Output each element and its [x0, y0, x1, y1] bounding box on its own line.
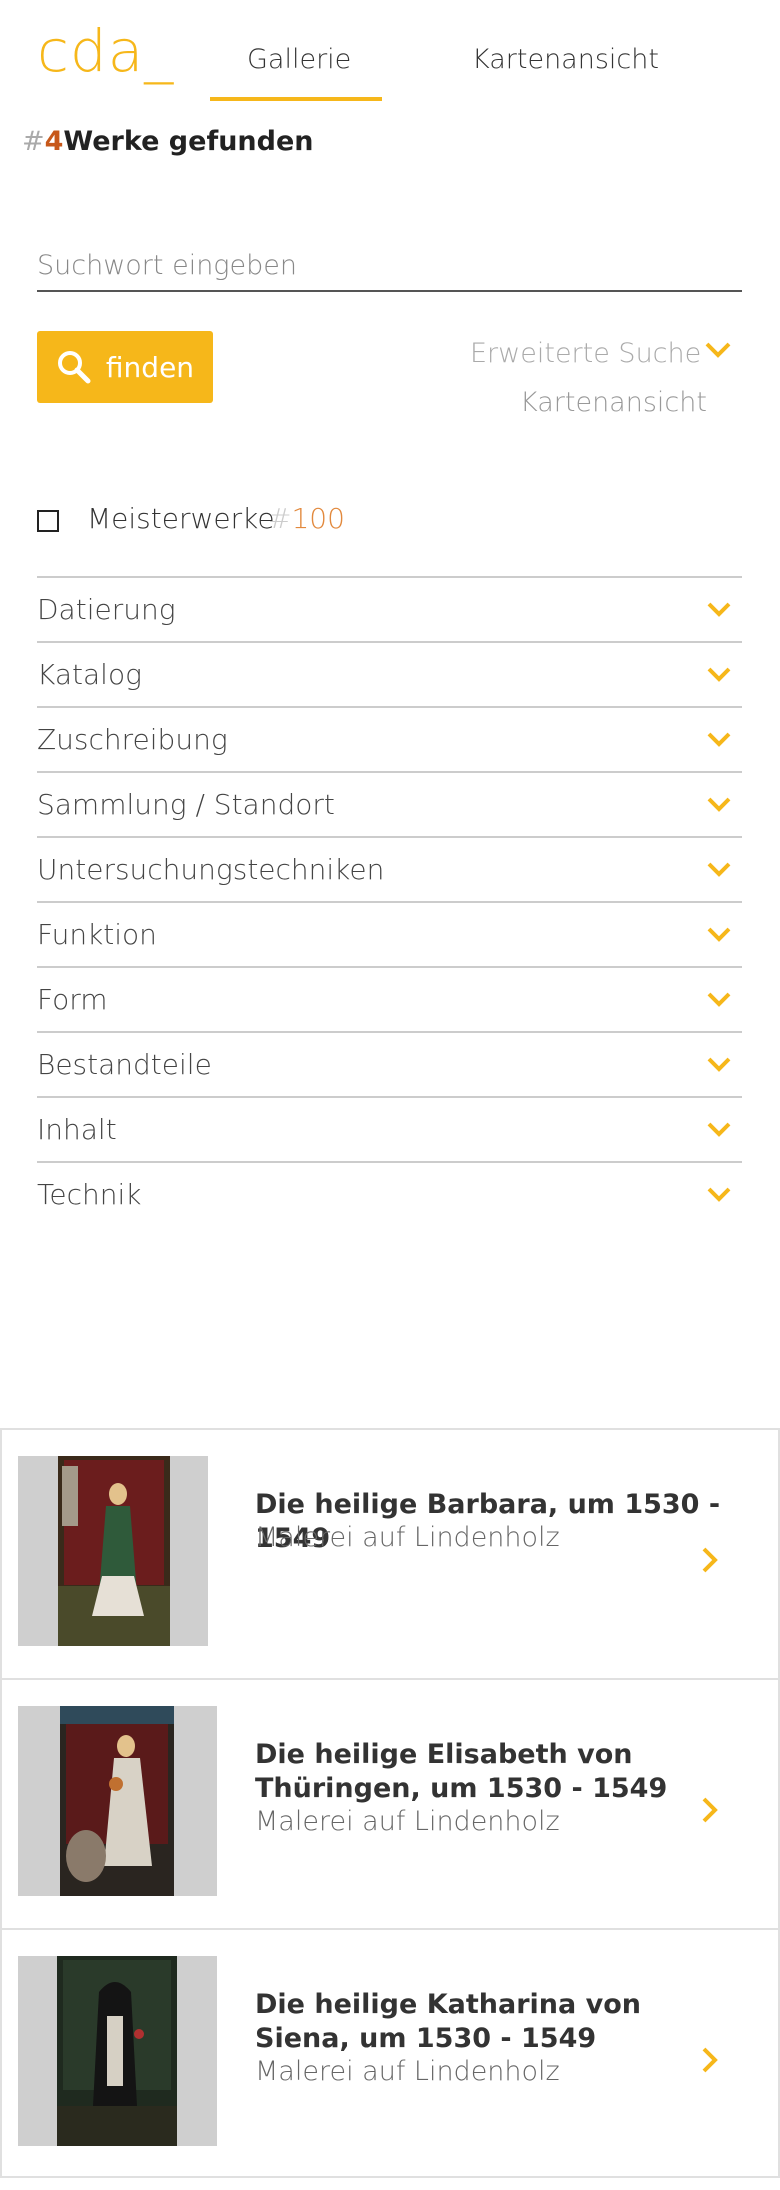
chevron-down-icon: [707, 992, 731, 1007]
result-label: Werke gefunden: [63, 126, 314, 157]
painting-thumbnail[interactable]: [60, 1706, 174, 1896]
chevron-down-icon: [707, 602, 731, 617]
filter-funktion[interactable]: Funktion: [37, 901, 742, 966]
map-view-link[interactable]: Kartenansicht: [520, 387, 707, 418]
masterworks-label[interactable]: Meisterwerke: [87, 502, 275, 535]
chevron-down-icon: [707, 927, 731, 942]
chevron-down-icon: [707, 732, 731, 747]
chevron-down-icon: [707, 667, 731, 682]
filter-zuschreibung[interactable]: Zuschreibung: [37, 706, 742, 771]
chevron-down-icon[interactable]: [704, 340, 732, 360]
search-icon: [57, 351, 91, 384]
filter-label: Funktion: [37, 918, 157, 951]
work-card[interactable]: Die heilige Katharina von Siena, um 1530…: [0, 1928, 780, 2178]
painting-thumbnail[interactable]: [57, 1956, 177, 2146]
filter-bestandteile[interactable]: Bestandteile: [37, 1031, 742, 1096]
filter-technik[interactable]: Technik: [37, 1161, 742, 1226]
chevron-right-icon[interactable]: [699, 1795, 721, 1825]
filter-label: Datierung: [37, 593, 176, 626]
filter-label: Sammlung / Standort: [37, 788, 335, 821]
results-list: Die heilige Barbara, um 1530 - 1549 Male…: [0, 1428, 780, 2178]
filter-label: Katalog: [37, 658, 142, 691]
chevron-right-icon[interactable]: [699, 1545, 721, 1575]
chevron-down-icon: [707, 1187, 731, 1202]
work-card[interactable]: Die heilige Barbara, um 1530 - 1549 Male…: [0, 1428, 780, 1678]
work-card[interactable]: Die heilige Elisabeth von Thüringen, um …: [0, 1678, 780, 1928]
filter-sammlung-standort[interactable]: Sammlung / Standort: [37, 771, 742, 836]
chevron-right-icon[interactable]: [699, 2045, 721, 2075]
painting-thumbnail[interactable]: [58, 1456, 170, 1646]
advanced-search-link[interactable]: Erweiterte Suche: [470, 338, 701, 369]
result-count: #4Werke gefunden: [22, 126, 314, 157]
work-title[interactable]: Die heilige Katharina von Siena, um 1530…: [255, 1988, 725, 2056]
result-number: 4: [44, 126, 64, 157]
work-subtitle: Malerei auf Lindenholz: [255, 1522, 560, 1553]
filter-label: Form: [37, 983, 108, 1016]
active-tab-indicator: [210, 97, 382, 101]
find-button[interactable]: finden: [37, 331, 213, 403]
filter-label: Technik: [37, 1178, 142, 1211]
work-subtitle: Malerei auf Lindenholz: [255, 1806, 560, 1837]
filter-label: Zuschreibung: [37, 723, 228, 756]
masterworks-count-value: 100: [291, 502, 345, 535]
filter-inhalt[interactable]: Inhalt: [37, 1096, 742, 1161]
find-button-label: finden: [105, 350, 195, 384]
chevron-down-icon: [707, 797, 731, 812]
filter-katalog[interactable]: Katalog: [37, 641, 742, 706]
masterworks-hash: #: [268, 502, 292, 535]
filter-list: Datierung Katalog Zuschreibung Sammlung …: [37, 576, 742, 1226]
search-input[interactable]: [37, 240, 742, 290]
chevron-down-icon: [707, 1122, 731, 1137]
tab-gallerie[interactable]: Gallerie: [247, 44, 351, 75]
filter-label: Bestandteile: [37, 1048, 212, 1081]
tab-kartenansicht[interactable]: Kartenansicht: [472, 44, 659, 75]
filter-label: Untersuchungstechniken: [37, 853, 385, 886]
chevron-down-icon: [707, 862, 731, 877]
filter-form[interactable]: Form: [37, 966, 742, 1031]
filter-untersuchungstechniken[interactable]: Untersuchungstechniken: [37, 836, 742, 901]
filter-label: Inhalt: [37, 1113, 117, 1146]
work-title[interactable]: Die heilige Elisabeth von Thüringen, um …: [255, 1738, 725, 1806]
search-field[interactable]: [37, 240, 742, 292]
logo[interactable]: cda_: [37, 22, 174, 80]
filter-datierung[interactable]: Datierung: [37, 576, 742, 641]
work-subtitle: Malerei auf Lindenholz: [255, 2056, 560, 2087]
masterworks-checkbox[interactable]: [37, 510, 59, 532]
chevron-down-icon: [707, 1057, 731, 1072]
masterworks-count: #100: [268, 502, 345, 535]
result-hash: #: [22, 126, 45, 157]
